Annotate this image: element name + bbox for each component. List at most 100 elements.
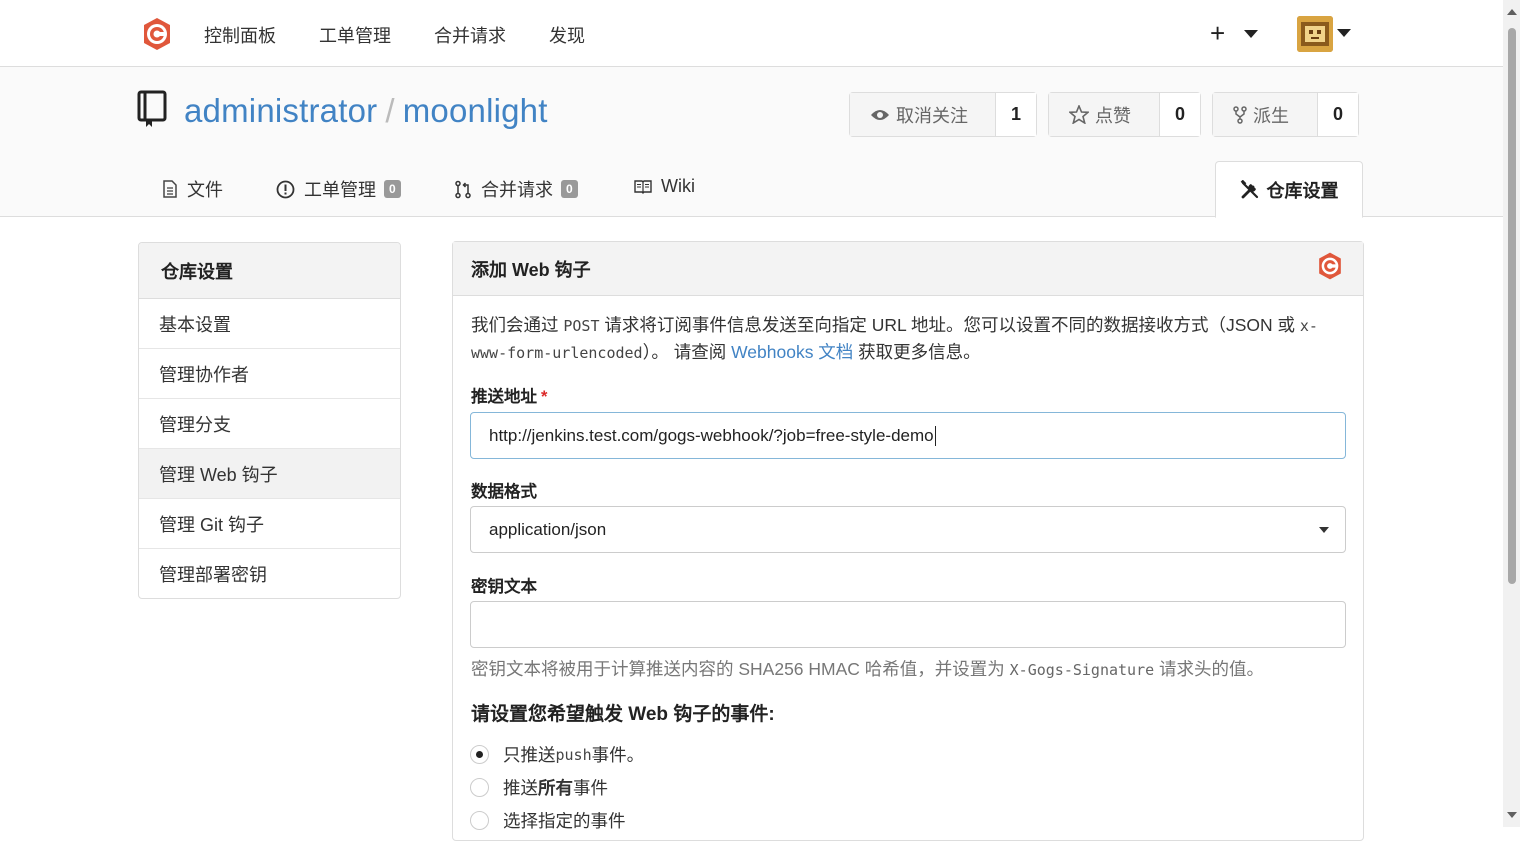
file-icon bbox=[163, 180, 177, 198]
desc-text-1: 我们会通过 bbox=[471, 315, 564, 335]
webhook-description: 我们会通过 POST 请求将订阅事件信息发送至向指定 URL 地址。您可以设置不… bbox=[471, 312, 1341, 366]
text-cursor bbox=[934, 425, 936, 446]
unwatch-label: 取消关注 bbox=[896, 105, 968, 126]
events-title: 请设置您希望触发 Web 钩子的事件: bbox=[471, 704, 775, 725]
nav-issues[interactable]: 工单管理 bbox=[319, 22, 391, 48]
tab-settings-label: 仓库设置 bbox=[1266, 180, 1339, 201]
radio-send-everything[interactable]: 推送 所有 事件 bbox=[470, 775, 608, 800]
sidebar-item-options[interactable]: 基本设置 bbox=[139, 299, 400, 349]
opt-push-text-1: 只推送 bbox=[503, 745, 556, 765]
repo-book-icon bbox=[137, 90, 167, 127]
fork-count[interactable]: 0 bbox=[1318, 93, 1358, 136]
radio-push-only[interactable]: 只推送 push 事件。 bbox=[470, 742, 644, 767]
fork-icon bbox=[1233, 105, 1247, 124]
desc-text-4: 获取更多信息。 bbox=[853, 342, 981, 362]
secret-label: 密钥文本 bbox=[471, 578, 537, 596]
watch-count[interactable]: 1 bbox=[996, 93, 1036, 136]
fork-label: 派生 bbox=[1253, 105, 1289, 126]
content-type-value: application/json bbox=[489, 519, 607, 539]
tab-pulls-label: 合并请求 bbox=[481, 180, 553, 200]
pull-request-icon bbox=[455, 180, 471, 198]
pulls-count-badge: 0 bbox=[561, 180, 578, 198]
radio-choose-events[interactable]: 选择指定的事件 bbox=[470, 808, 626, 833]
payload-url-input[interactable]: http://jenkins.test.com/gogs-webhook/?jo… bbox=[470, 412, 1346, 459]
fork-button[interactable]: 派生 bbox=[1213, 93, 1318, 136]
sidebar-item-collaborators[interactable]: 管理协作者 bbox=[139, 349, 400, 399]
issues-count-badge: 0 bbox=[384, 180, 401, 198]
nav-dashboard[interactable]: 控制面板 bbox=[204, 22, 276, 48]
star-label: 点赞 bbox=[1095, 105, 1131, 126]
desc-text-2: 请求将订阅事件信息发送至向指定 URL 地址。您可以设置不同的数据接收方式（JS… bbox=[599, 315, 1300, 335]
star-icon bbox=[1069, 105, 1089, 124]
unwatch-button[interactable]: 取消关注 bbox=[850, 93, 996, 136]
nav-pulls[interactable]: 合并请求 bbox=[434, 22, 506, 48]
payload-url-value: http://jenkins.test.com/gogs-webhook/?jo… bbox=[489, 425, 934, 445]
payload-url-label-text: 推送地址 bbox=[471, 388, 537, 406]
gogs-logo-icon bbox=[1319, 252, 1341, 280]
user-avatar[interactable] bbox=[1297, 16, 1333, 52]
create-dropdown-caret-icon[interactable] bbox=[1244, 30, 1258, 38]
help-text-2: 请求头的值。 bbox=[1154, 659, 1265, 679]
opt-all-text-1: 推送 bbox=[503, 778, 538, 798]
tab-issues[interactable]: 工单管理 0 bbox=[276, 176, 401, 202]
eye-icon bbox=[871, 109, 889, 120]
content-type-select[interactable]: application/json bbox=[470, 506, 1346, 553]
tab-wiki-label: Wiki bbox=[661, 176, 695, 196]
payload-url-label: 推送地址 * bbox=[471, 383, 547, 407]
tools-icon bbox=[1240, 179, 1258, 198]
vertical-scrollbar[interactable] bbox=[1503, 0, 1520, 827]
scroll-up-arrow-icon[interactable] bbox=[1507, 9, 1517, 15]
opt-push-text-2: 事件。 bbox=[591, 745, 645, 765]
repo-title-separator: / bbox=[385, 92, 395, 129]
tab-files-label: 文件 bbox=[187, 180, 223, 200]
secret-input[interactable] bbox=[470, 601, 1346, 648]
signature-header-code: X-Gogs-Signature bbox=[1009, 661, 1155, 679]
nav-explore[interactable]: 发现 bbox=[549, 22, 585, 48]
book-icon bbox=[634, 180, 652, 194]
tab-pulls[interactable]: 合并请求 0 bbox=[454, 176, 578, 202]
star-button-group: 点赞 0 bbox=[1048, 92, 1201, 137]
opt-choose-text: 选择指定的事件 bbox=[503, 811, 626, 831]
star-button[interactable]: 点赞 bbox=[1049, 93, 1160, 136]
tab-wiki[interactable]: Wiki bbox=[634, 176, 695, 197]
gogs-logo-icon[interactable] bbox=[139, 16, 175, 52]
create-new-plus-icon[interactable]: + bbox=[1210, 18, 1225, 48]
panel-title: 添加 Web 钩子 bbox=[453, 242, 1363, 296]
tab-files[interactable]: 文件 bbox=[162, 176, 223, 202]
sidebar-item-branches[interactable]: 管理分支 bbox=[139, 399, 400, 449]
tab-issues-label: 工单管理 bbox=[304, 180, 376, 200]
secret-help-text: 密钥文本将被用于计算推送内容的 SHA256 HMAC 哈希值，并设置为 X-G… bbox=[471, 656, 1264, 681]
required-mark: * bbox=[541, 388, 548, 406]
desc-post-code: POST bbox=[563, 317, 600, 335]
avatar-image-icon bbox=[1297, 16, 1333, 52]
watch-button-group: 取消关注 1 bbox=[849, 92, 1037, 137]
add-webhook-panel: 添加 Web 钩子 我们会通过 POST 请求将订阅事件信息发送至向指定 URL… bbox=[452, 241, 1364, 841]
radio-button[interactable] bbox=[470, 811, 489, 830]
settings-sidebar: 仓库设置 基本设置 管理协作者 管理分支 管理 Web 钩子 管理 Git 钩子… bbox=[138, 242, 401, 599]
opt-all-text-2: 事件 bbox=[573, 778, 608, 798]
repo-title: administrator / moonlight bbox=[184, 92, 548, 130]
repo-owner-link[interactable]: administrator bbox=[184, 92, 377, 129]
top-navbar: 控制面板 工单管理 合并请求 发现 + bbox=[0, 0, 1503, 67]
opt-all-bold: 所有 bbox=[538, 778, 573, 798]
issue-icon bbox=[276, 180, 295, 198]
webhooks-docs-link[interactable]: Webhooks 文档 bbox=[731, 342, 853, 362]
content-type-label: 数据格式 bbox=[471, 483, 537, 501]
fork-button-group: 派生 0 bbox=[1212, 92, 1359, 137]
dropdown-caret-icon bbox=[1319, 527, 1329, 533]
sidebar-item-deploy-keys[interactable]: 管理部署密钥 bbox=[139, 549, 400, 598]
desc-text-3: ）。 请查阅 bbox=[642, 342, 732, 362]
user-menu-caret-icon[interactable] bbox=[1337, 29, 1351, 37]
sidebar-item-webhooks[interactable]: 管理 Web 钩子 bbox=[139, 449, 400, 499]
radio-button-checked[interactable] bbox=[470, 745, 489, 764]
opt-push-code: push bbox=[555, 745, 592, 764]
scroll-thumb[interactable] bbox=[1508, 28, 1516, 584]
repo-name-link[interactable]: moonlight bbox=[403, 92, 548, 129]
help-text-1: 密钥文本将被用于计算推送内容的 SHA256 HMAC 哈希值，并设置为 bbox=[471, 659, 1010, 679]
star-count[interactable]: 0 bbox=[1160, 93, 1200, 136]
sidebar-title: 仓库设置 bbox=[139, 243, 400, 299]
sidebar-item-git-hooks[interactable]: 管理 Git 钩子 bbox=[139, 499, 400, 549]
tab-settings[interactable]: 仓库设置 bbox=[1215, 161, 1363, 218]
radio-button[interactable] bbox=[470, 778, 489, 797]
scroll-down-arrow-icon[interactable] bbox=[1507, 812, 1517, 818]
